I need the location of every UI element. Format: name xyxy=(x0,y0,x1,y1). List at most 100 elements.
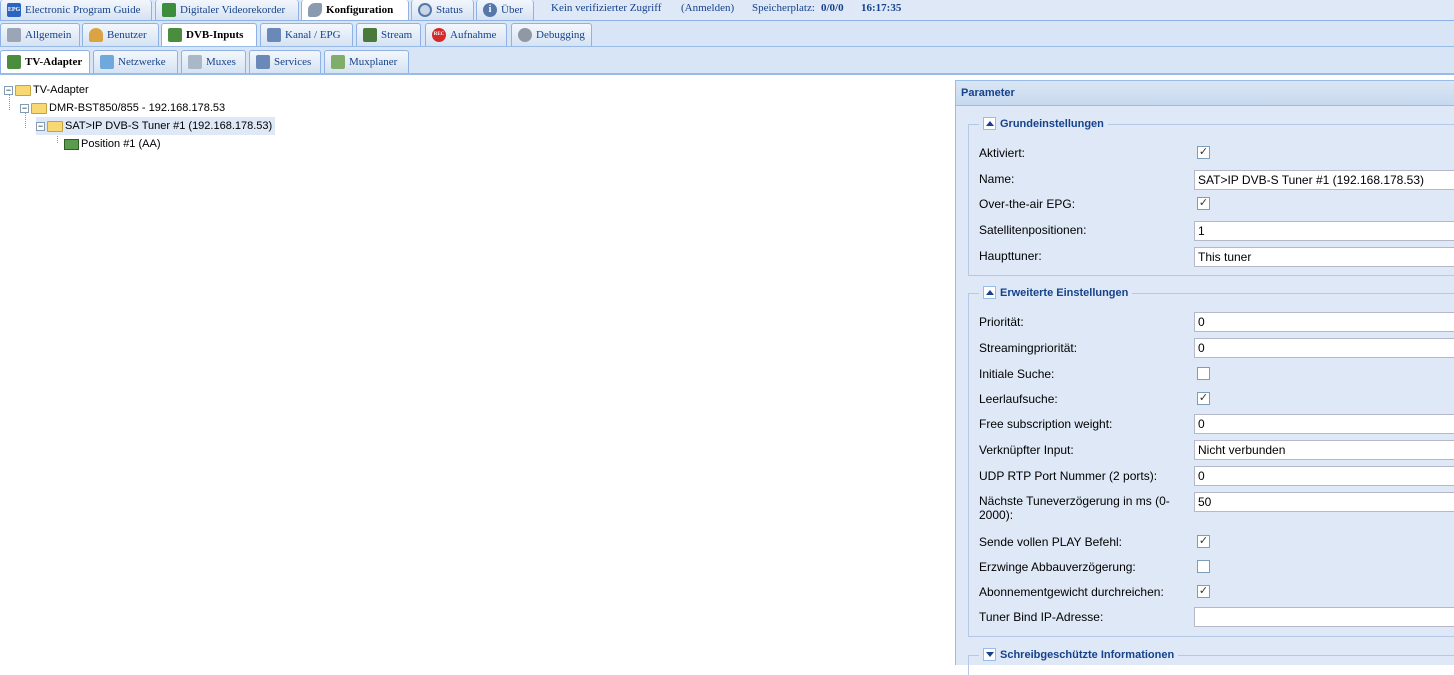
tab-label: Services xyxy=(274,56,312,68)
rec-icon: REC xyxy=(432,28,446,42)
tab-configuration[interactable]: Konfiguration xyxy=(301,0,409,20)
ota-epg-checkbox[interactable]: ✓ xyxy=(1197,197,1210,210)
access-status: Kein verifizierter Zugriff xyxy=(551,2,662,14)
linked-input-select[interactable]: Nicht verbunden xyxy=(1194,440,1454,460)
udp-port-label: UDP RTP Port Nummer (2 ports): xyxy=(979,469,1158,483)
tree-node-device[interactable]: − DMR-BST850/855 - 192.168.178.53 xyxy=(20,99,225,117)
tab-label: Stream xyxy=(381,29,413,41)
enabled-label: Aktiviert: xyxy=(979,146,1026,160)
tab-channel-epg[interactable]: Kanal / EPG xyxy=(260,23,353,46)
tree-node-position[interactable]: Position #1 (AA) xyxy=(64,135,160,153)
pass-weight-label: Abonnementgewicht durchreichen: xyxy=(979,585,1164,599)
bind-ip-input[interactable] xyxy=(1194,607,1454,627)
tab-users[interactable]: Benutzer xyxy=(82,23,159,46)
collapse-toggle-icon[interactable]: − xyxy=(36,121,45,131)
teardown-delay-checkbox[interactable] xyxy=(1197,560,1210,573)
master-tuner-label: Haupttuner: xyxy=(979,249,1042,263)
master-tuner-select[interactable]: This tuner xyxy=(1194,247,1454,267)
tab-status[interactable]: Status xyxy=(411,0,474,20)
initial-scan-label: Initiale Suche: xyxy=(979,367,1055,381)
stream-icon xyxy=(363,28,377,42)
folder-open-icon xyxy=(15,84,31,96)
pass-weight-checkbox[interactable]: ✓ xyxy=(1197,585,1210,598)
user-icon xyxy=(89,28,103,42)
linked-input-label: Verknüpfter Input: xyxy=(979,443,1074,457)
tab-label: Kanal / EPG xyxy=(285,29,341,41)
enabled-checkbox[interactable]: ✓ xyxy=(1197,146,1210,159)
collapse-up-icon[interactable] xyxy=(983,117,996,130)
tab-recording[interactable]: REC Aufnahme xyxy=(425,23,507,46)
epg-icon: EPG xyxy=(7,3,21,17)
readonly-info-legend[interactable]: Schreibgeschützte Informationen xyxy=(979,648,1179,661)
satpos-input[interactable]: 1 xyxy=(1194,221,1454,241)
storage-value: 0/0/0 xyxy=(821,2,844,14)
name-label: Name: xyxy=(979,172,1015,186)
collapse-toggle-icon[interactable]: − xyxy=(4,85,13,95)
full-play-label: Sende vollen PLAY Befehl: xyxy=(979,535,1122,549)
eye-icon xyxy=(418,3,432,17)
priority-input[interactable]: 0 xyxy=(1194,312,1454,332)
tab-label: Konfiguration xyxy=(326,4,394,16)
folder-open-icon xyxy=(31,102,47,114)
tab-label: Aufnahme xyxy=(450,29,497,41)
tab-label: Muxplaner xyxy=(349,56,398,68)
adapter-tree: − TV-Adapter − DMR-BST850/855 - 192.168.… xyxy=(0,76,955,664)
tab-dvr[interactable]: Digitaler Videorekorder xyxy=(155,0,299,20)
tab-tv-adapters[interactable]: TV-Adapter xyxy=(0,50,90,73)
priority-label: Priorität: xyxy=(979,315,1024,329)
tab-label: DVB-Inputs xyxy=(186,29,244,41)
tune-delay-input[interactable]: 50 xyxy=(1194,492,1454,512)
tree-node-label: DMR-BST850/855 - 192.168.178.53 xyxy=(49,102,226,114)
tab-muxes[interactable]: Muxes xyxy=(181,50,246,73)
idle-scan-label: Leerlaufsuche: xyxy=(979,392,1058,406)
tab-about[interactable]: i Über xyxy=(476,0,534,20)
login-link[interactable]: (Anmelden) xyxy=(681,0,734,20)
full-play-checkbox[interactable]: ✓ xyxy=(1197,535,1210,548)
tree-node-tuner[interactable]: − SAT>IP DVB-S Tuner #1 (192.168.178.53) xyxy=(36,117,276,135)
download-icon xyxy=(162,3,176,17)
tab-stream[interactable]: Stream xyxy=(356,23,421,46)
name-input[interactable]: SAT>IP DVB-S Tuner #1 (192.168.178.53) xyxy=(1194,170,1454,190)
expand-down-icon[interactable] xyxy=(983,648,996,661)
streaming-priority-input[interactable]: 0 xyxy=(1194,338,1454,358)
tab-label: TV-Adapter xyxy=(25,56,83,68)
tab-label: Status xyxy=(436,4,463,16)
calendar-check-icon xyxy=(331,55,345,69)
clock: 16:17:35 xyxy=(861,2,902,14)
udp-port-input[interactable]: 0 xyxy=(1194,466,1454,486)
tab-epg[interactable]: EPG Electronic Program Guide xyxy=(0,0,152,20)
initial-scan-checkbox[interactable] xyxy=(1197,367,1210,380)
advanced-settings-fieldset: Erweiterte Einstellungen Priorität: 0 St… xyxy=(968,286,1454,637)
free-weight-input[interactable]: 0 xyxy=(1194,414,1454,434)
ota-epg-label: Over-the-air EPG: xyxy=(979,197,1076,211)
idle-scan-checkbox[interactable]: ✓ xyxy=(1197,392,1210,405)
tv-icon xyxy=(267,28,281,42)
panel-title: Parameter xyxy=(956,81,1454,106)
collapse-toggle-icon[interactable]: − xyxy=(20,103,29,113)
config-tab-bar: Allgemein Benutzer DVB-Inputs Kanal / EP… xyxy=(0,21,1454,47)
tree-node-label: SAT>IP DVB-S Tuner #1 (192.168.178.53) xyxy=(65,120,273,132)
tab-label: Allgemein xyxy=(25,29,72,41)
basic-settings-legend[interactable]: Grundeinstellungen xyxy=(979,117,1108,130)
tab-networks[interactable]: Netzwerke xyxy=(93,50,178,73)
card-icon xyxy=(168,28,182,42)
tab-mux-scheduler[interactable]: Muxplaner xyxy=(324,50,409,73)
fieldset-title: Erweiterte Einstellungen xyxy=(1000,286,1129,299)
advanced-settings-legend[interactable]: Erweiterte Einstellungen xyxy=(979,286,1133,299)
tab-services[interactable]: Services xyxy=(249,50,321,73)
collapse-up-icon[interactable] xyxy=(983,286,996,299)
parameter-panel: Parameter Grundeinstellungen Aktiviert: … xyxy=(955,80,1454,675)
tree-node-tv-adapters[interactable]: − TV-Adapter xyxy=(4,81,89,99)
tree-node-label: TV-Adapter xyxy=(33,84,89,96)
tab-debugging[interactable]: Debugging xyxy=(511,23,592,46)
tab-label: Netzwerke xyxy=(118,56,166,68)
fieldset-title: Schreibgeschützte Informationen xyxy=(1000,648,1175,661)
tab-dvb-inputs[interactable]: DVB-Inputs xyxy=(161,23,257,46)
main-tab-bar: EPG Electronic Program Guide Digitaler V… xyxy=(0,0,1454,21)
wrench-icon xyxy=(308,3,322,17)
tab-label: Muxes xyxy=(206,56,236,68)
card-icon xyxy=(7,55,21,69)
storage-label: Speicherplatz: xyxy=(752,2,815,14)
tab-general[interactable]: Allgemein xyxy=(0,23,80,46)
gears-icon xyxy=(518,28,532,42)
